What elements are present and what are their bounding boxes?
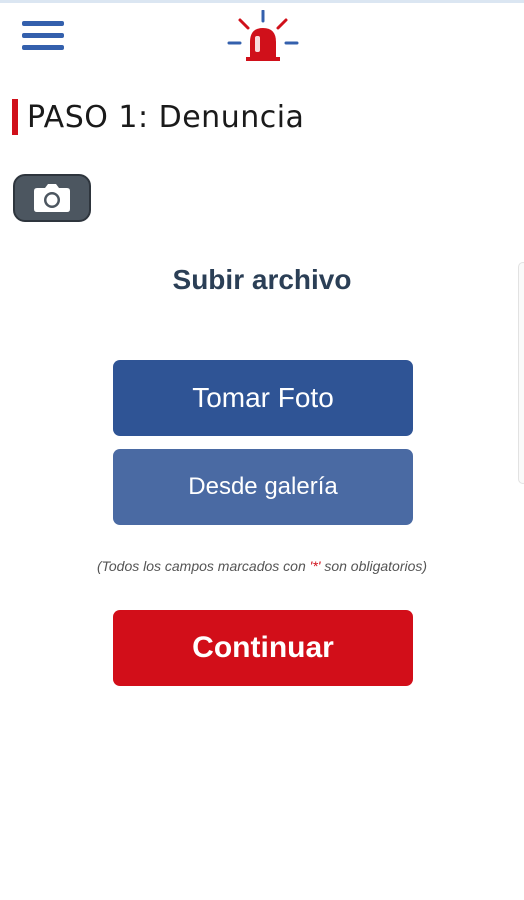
continue-button[interactable]: Continuar <box>113 610 413 686</box>
camera-icon <box>34 184 70 212</box>
note-prefix: (Todos los campos marcados con <box>96 558 310 574</box>
gallery-button[interactable]: Desde galería <box>113 449 413 525</box>
required-fields-note: (Todos los campos marcados con '*' son o… <box>0 558 524 574</box>
hamburger-menu-icon[interactable] <box>22 19 66 53</box>
siren-alarm-icon <box>227 10 299 61</box>
top-edge-line <box>0 0 524 3</box>
upload-section-title: Subir archivo <box>172 264 352 295</box>
menu-line-middle <box>22 33 64 38</box>
note-suffix: son obligatorios) <box>320 558 428 574</box>
title-accent-bar <box>12 99 18 135</box>
menu-line-top <box>22 21 64 26</box>
camera-button[interactable] <box>13 174 91 222</box>
side-panel-edge <box>518 262 524 484</box>
take-photo-button[interactable]: Tomar Foto <box>113 360 413 436</box>
page-title-block: PASO 1: Denuncia <box>12 98 304 136</box>
page-title: PASO 1: Denuncia <box>27 99 305 135</box>
note-asterisk: '*' <box>309 558 321 574</box>
menu-line-bottom <box>22 45 64 50</box>
